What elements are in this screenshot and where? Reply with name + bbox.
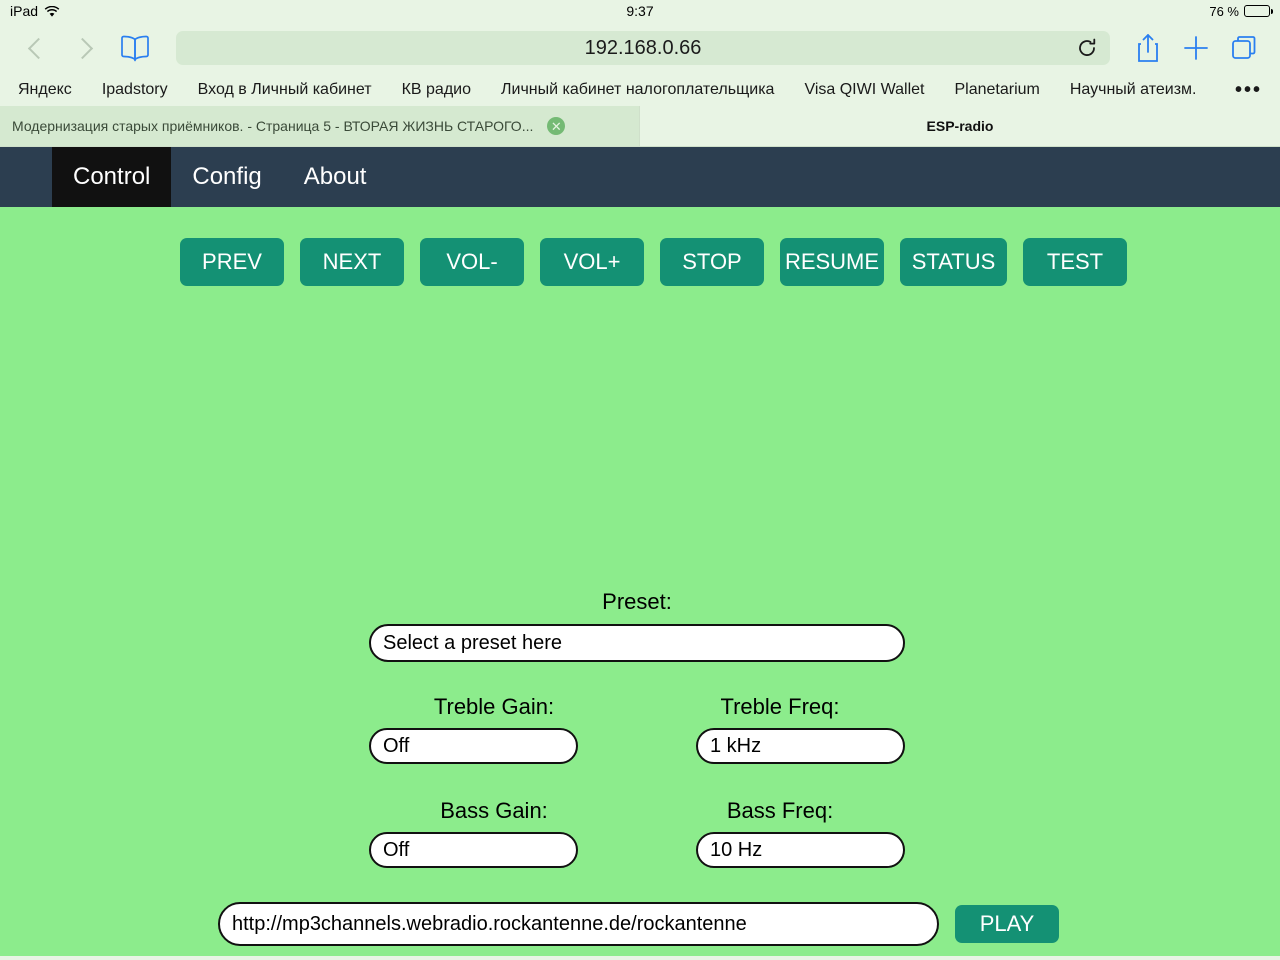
bookmark-item[interactable]: Planetarium	[954, 81, 1039, 99]
battery-percent: 76 %	[1209, 3, 1239, 19]
stream-url-row: http://mp3channels.webradio.rockantenne.…	[218, 902, 1059, 946]
tab-control[interactable]: Control	[52, 147, 172, 207]
preset-group: Preset: Select a preset here	[369, 589, 905, 662]
tab-about[interactable]: About	[283, 147, 388, 207]
status-button[interactable]: STATUS	[900, 238, 1007, 286]
address-bar[interactable]: 192.168.0.66	[176, 31, 1110, 65]
bookmark-item[interactable]: Научный атеизм.	[1070, 81, 1197, 99]
treble-row: Treble Gain: Off Treble Freq: 1 kHz	[369, 694, 905, 764]
treble-freq-select[interactable]: 1 kHz	[696, 728, 905, 764]
tab-bar: Модернизация старых приёмников. - Страни…	[0, 106, 1280, 147]
bookmarks-bar: Яндекс Ipadstory Вход в Личный кабинет К…	[0, 74, 1280, 106]
bookmarks-icon[interactable]	[120, 34, 150, 62]
page-content: PREV NEXT VOL- VOL+ STOP RESUME STATUS T…	[0, 207, 1280, 956]
tabs-icon[interactable]	[1222, 28, 1266, 68]
ellipsis-icon[interactable]: •••	[1235, 80, 1262, 100]
battery-icon	[1244, 5, 1273, 17]
close-icon[interactable]: ✕	[547, 117, 566, 135]
tab-control-label: Control	[73, 163, 151, 190]
stream-url-input[interactable]: http://mp3channels.webradio.rockantenne.…	[218, 902, 939, 946]
bookmark-item[interactable]: Яндекс	[18, 81, 72, 99]
bass-freq-label: Bass Freq:	[726, 798, 834, 823]
volume-down-button[interactable]: VOL-	[420, 238, 524, 286]
next-button[interactable]: NEXT	[300, 238, 404, 286]
bookmark-item[interactable]: Visa QIWI Wallet	[804, 81, 924, 99]
tab-about-label: About	[303, 163, 367, 190]
test-button[interactable]: TEST	[1023, 238, 1127, 286]
transport-controls: PREV NEXT VOL- VOL+ STOP RESUME STATUS T…	[0, 207, 1280, 286]
share-icon[interactable]	[1126, 28, 1170, 68]
bass-row: Bass Gain: Off Bass Freq: 10 Hz	[369, 798, 905, 868]
bass-freq-select[interactable]: 10 Hz	[696, 832, 905, 868]
treble-freq-group: Treble Freq: 1 kHz	[655, 694, 905, 764]
bass-gain-select[interactable]: Off	[369, 832, 578, 868]
tab-config-label: Config	[192, 163, 262, 190]
bass-freq-group: Bass Freq: 10 Hz	[655, 798, 905, 868]
resume-button[interactable]: RESUME	[780, 238, 884, 286]
tab-config[interactable]: Config	[171, 147, 282, 207]
treble-gain-group: Treble Gain: Off	[369, 694, 619, 764]
bass-gain-group: Bass Gain: Off	[369, 798, 619, 868]
bookmark-item[interactable]: Вход в Личный кабинет	[198, 81, 372, 99]
bass-gain-label: Bass Gain:	[440, 798, 548, 823]
treble-gain-select[interactable]: Off	[369, 728, 578, 764]
tab-title: Модернизация старых приёмников. - Страни…	[12, 118, 534, 134]
preset-select[interactable]: Select a preset here	[369, 624, 905, 662]
page-nav: Control Config About	[0, 147, 1280, 207]
browser-tab-active[interactable]: ESP-radio	[640, 106, 1280, 146]
new-tab-icon[interactable]	[1174, 28, 1218, 68]
bookmark-item[interactable]: Ipadstory	[102, 81, 168, 99]
ios-status-bar: iPad 9:37 76 %	[0, 0, 1280, 22]
bookmark-item[interactable]: Личный кабинет налогоплательщика	[501, 81, 774, 99]
tab-title: ESP-radio	[926, 118, 994, 134]
back-button[interactable]	[14, 28, 58, 68]
stop-button[interactable]: STOP	[660, 238, 764, 286]
bookmark-item[interactable]: КВ радио	[402, 81, 471, 99]
clock: 9:37	[626, 3, 654, 19]
forward-button[interactable]	[62, 28, 106, 68]
play-button[interactable]: PLAY	[955, 905, 1059, 943]
address-bar-url: 192.168.0.66	[584, 36, 702, 59]
treble-gain-label: Treble Gain:	[433, 694, 555, 719]
browser-tab-inactive[interactable]: Модернизация старых приёмников. - Страни…	[0, 106, 640, 146]
treble-freq-label: Treble Freq:	[720, 694, 840, 719]
prev-button[interactable]: PREV	[180, 238, 284, 286]
preset-label: Preset:	[602, 589, 672, 614]
reload-icon[interactable]	[1076, 37, 1098, 59]
volume-up-button[interactable]: VOL+	[540, 238, 644, 286]
browser-toolbar: 192.168.0.66	[0, 22, 1280, 74]
